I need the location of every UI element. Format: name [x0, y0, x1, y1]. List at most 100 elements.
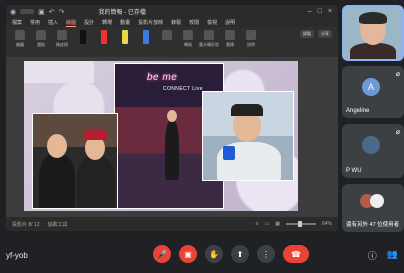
notes-icon[interactable]: ≡	[256, 221, 259, 227]
tool-help[interactable]: 說明	[243, 30, 259, 54]
tab-file[interactable]: 檔案	[12, 19, 22, 26]
tool-pen-black[interactable]	[75, 30, 91, 54]
person-body	[350, 43, 396, 59]
sorter-view-icon[interactable]: ▦	[275, 221, 280, 227]
present-icon: ⬆	[236, 249, 244, 259]
others-count: 還有另外 47 位使用者	[346, 222, 400, 228]
tool-convert[interactable]: 轉換	[180, 30, 196, 54]
end-call-icon: ☎	[291, 249, 301, 259]
ppt-title-bar: ◉ ▣ ↶ ↷ 我的簡報 - 已存檔 – □ ×	[6, 5, 338, 18]
mic-off-icon: 🎤	[157, 249, 167, 259]
accessibility-label[interactable]: 協助工具	[48, 221, 68, 228]
autosave-icon[interactable]: ◉	[10, 8, 16, 16]
tool-eraser[interactable]: 橡皮擦	[54, 30, 70, 54]
tool-pen-blue[interactable]	[138, 30, 154, 54]
tool-replay[interactable]: 重播	[222, 30, 238, 54]
tool-add-pen[interactable]	[159, 30, 175, 54]
participant-tile-pwu[interactable]: ⌀ P WU	[342, 124, 404, 178]
cap-icon	[231, 104, 263, 116]
person-figure	[165, 120, 179, 180]
end-call-button[interactable]: ☎	[283, 245, 309, 263]
maximize-icon[interactable]: □	[318, 8, 322, 15]
participant-tile-others[interactable]: 還有另外 47 位使用者	[342, 184, 404, 232]
tab-home[interactable]: 常用	[30, 19, 40, 26]
pen-icon	[143, 30, 149, 44]
meeting-code: yf-yob	[6, 251, 28, 260]
convert-icon	[183, 30, 193, 40]
participant-tile-angeline[interactable]: ⌀ A Angeline	[342, 66, 404, 118]
redo-icon[interactable]: ↷	[59, 8, 65, 16]
hand-icon: ✋	[209, 249, 219, 259]
status-right: ≡ ▭ ▦ 64%	[256, 221, 332, 227]
person-figure	[77, 156, 115, 208]
participant-tile-self[interactable]	[342, 5, 404, 61]
tab-help[interactable]: 說明	[225, 19, 235, 26]
zoom-slider[interactable]	[285, 221, 316, 227]
tool-draw[interactable]: 繪圖	[12, 30, 28, 54]
tab-animations[interactable]: 動畫	[120, 19, 130, 26]
more-options-button[interactable]: ⋮	[257, 245, 275, 263]
microphone-icon	[223, 146, 235, 160]
neon-sign: be me	[147, 72, 178, 83]
toggle-icon[interactable]	[20, 9, 35, 14]
meet-window: ◉ ▣ ↶ ↷ 我的簡報 - 已存檔 – □ × 檔案 常用 插入 繪圖 設計 …	[0, 0, 404, 273]
mic-toggle-button[interactable]: 🎤	[153, 245, 171, 263]
tool-ink-to-shape[interactable]: 墨水轉形狀	[199, 30, 219, 54]
slide-canvas: be me CONNECT Live	[24, 61, 298, 211]
photo-two-men	[32, 113, 118, 209]
call-controls: 🎤 ▣ ✋ ⬆ ⋮ ☎	[153, 245, 309, 263]
more-icon: ⋮	[262, 249, 270, 259]
tab-draw[interactable]: 繪圖	[66, 19, 77, 27]
connect-sign: CONNECT Live	[163, 86, 203, 92]
participant-name: P WU	[346, 168, 362, 174]
draw-ribbon: 繪圖 選取 橡皮擦 轉換 墨水轉形狀 重播 說明 錄製 分享	[6, 27, 338, 57]
avatar	[362, 136, 380, 154]
photo-interview	[202, 91, 294, 181]
ribbon-right: 錄製 分享	[300, 30, 332, 54]
tool-select[interactable]: 選取	[33, 30, 49, 54]
zoom-level[interactable]: 64%	[322, 221, 332, 227]
pen-icon	[80, 30, 86, 44]
mic-off-icon: ⌀	[395, 129, 400, 136]
tab-transitions[interactable]: 轉場	[102, 19, 112, 26]
present-button[interactable]: ⬆	[231, 245, 249, 263]
participant-name: Angeline	[346, 108, 370, 114]
tab-review[interactable]: 校閱	[189, 19, 199, 26]
save-icon[interactable]: ▣	[38, 8, 45, 16]
camera-toggle-button[interactable]: ▣	[179, 245, 197, 263]
record-button[interactable]: 錄製	[300, 30, 314, 38]
tab-design[interactable]: 設計	[84, 19, 94, 26]
highlighter-icon	[122, 30, 128, 44]
person-hair	[359, 12, 387, 24]
tab-slideshow[interactable]: 投影片放映	[138, 19, 163, 26]
document-title: 我的簡報 - 已存檔	[98, 10, 146, 16]
person-head	[167, 110, 177, 122]
person-figure	[39, 154, 75, 208]
undo-icon[interactable]: ↶	[49, 8, 55, 16]
tool-highlighter[interactable]	[117, 30, 133, 54]
close-icon[interactable]: ×	[328, 8, 332, 15]
share-button[interactable]: 分享	[318, 30, 332, 38]
ribbon-tabs: 檔案 常用 插入 繪圖 設計 轉場 動畫 投影片放映 錄製 校閱 檢視 說明	[6, 18, 338, 27]
ppt-status-bar: 投影片 8/ 12 協助工具 ≡ ▭ ▦ 64%	[6, 217, 338, 231]
raise-hand-button[interactable]: ✋	[205, 245, 223, 263]
avatar	[370, 194, 384, 208]
normal-view-icon[interactable]: ▭	[265, 221, 270, 227]
tool-pen-red[interactable]	[96, 30, 112, 54]
zoom-slider-thumb[interactable]	[297, 221, 302, 227]
slide-placeholder	[24, 61, 94, 83]
info-icon[interactable]: ⓘ	[368, 249, 377, 262]
replay-icon	[225, 30, 235, 40]
add-pen-icon	[162, 30, 172, 40]
select-icon	[36, 30, 46, 40]
tab-view[interactable]: 檢視	[207, 19, 217, 26]
tab-insert[interactable]: 插入	[48, 19, 58, 26]
people-icon[interactable]: 👥	[387, 249, 398, 262]
slide-counter: 投影片 8/ 12	[12, 221, 40, 228]
tab-record[interactable]: 錄製	[171, 19, 181, 26]
eraser-icon	[57, 30, 67, 40]
cap-icon	[83, 130, 107, 140]
minimize-icon[interactable]: –	[308, 8, 312, 15]
shared-screen: ◉ ▣ ↶ ↷ 我的簡報 - 已存檔 – □ × 檔案 常用 插入 繪圖 設計 …	[6, 5, 338, 231]
draw-icon	[15, 30, 25, 40]
